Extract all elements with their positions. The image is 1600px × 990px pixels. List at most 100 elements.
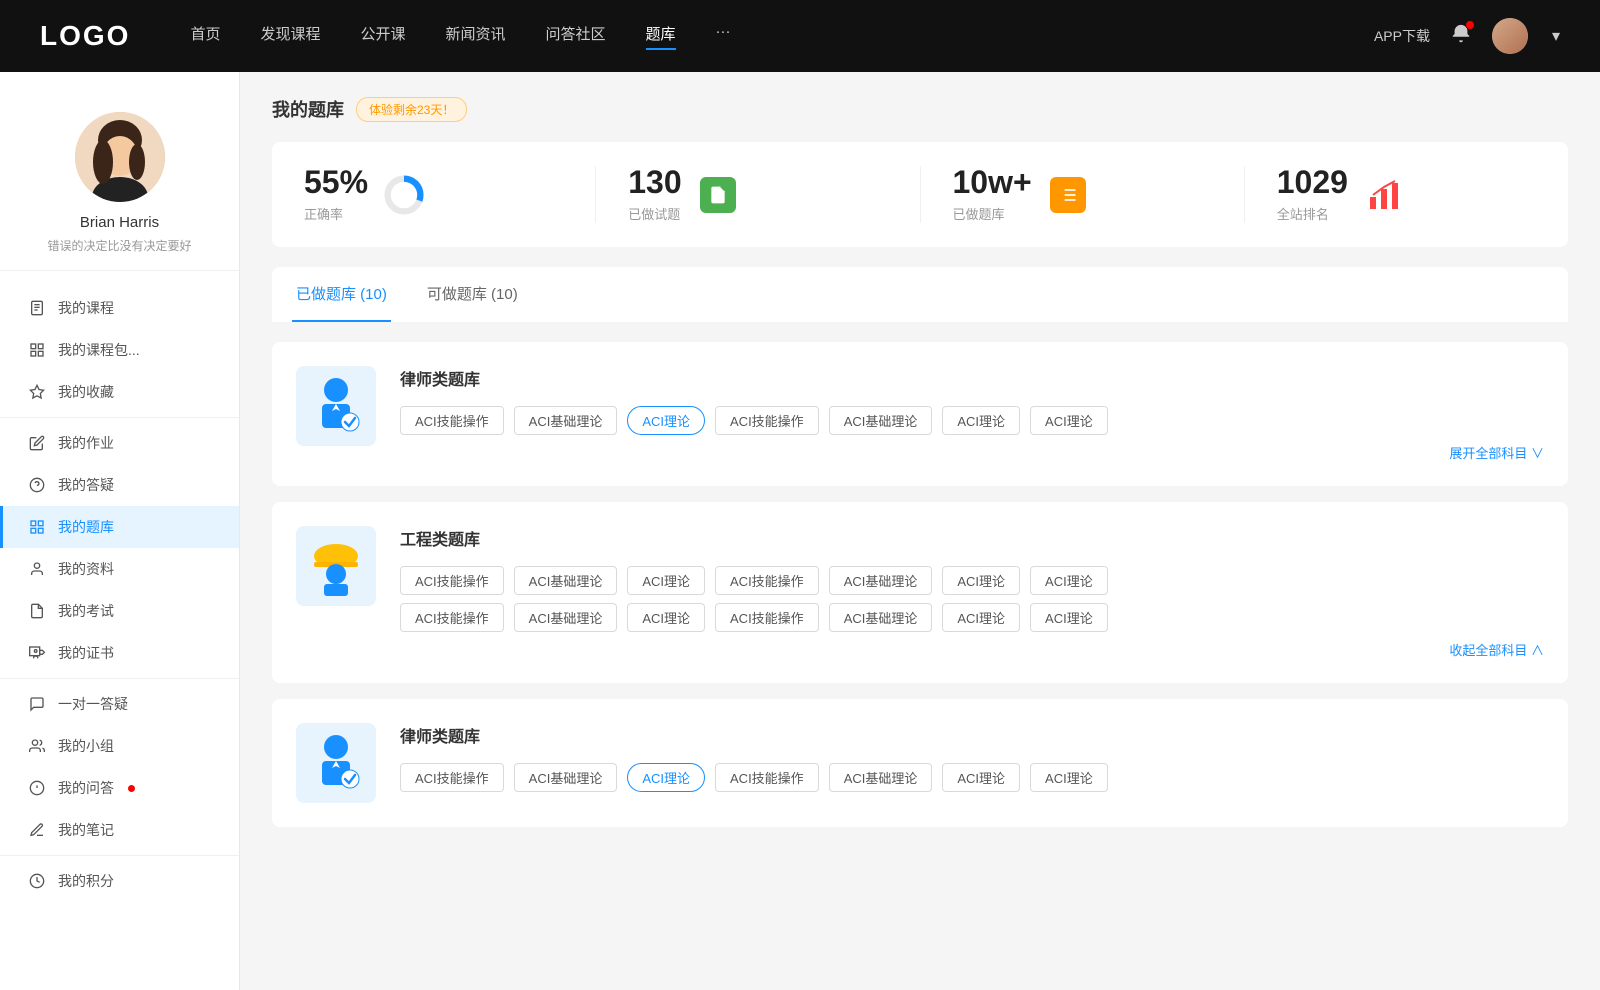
tag-eng-8[interactable]: ACI基础理论 [514,603,618,632]
edit-icon [28,434,46,452]
trial-badge: 体验剩余23天！ [356,97,467,122]
sidebar: Brian Harris 错误的决定比没有决定要好 我的课程 我的课程包... [0,72,240,990]
tag-eng-3[interactable]: ACI技能操作 [715,566,819,595]
tag-lawyer2-2[interactable]: ACI理论 [627,763,705,792]
tag-eng-0[interactable]: ACI技能操作 [400,566,504,595]
tag-lawyer2-3[interactable]: ACI技能操作 [715,763,819,792]
tag-lawyer2-4[interactable]: ACI基础理论 [829,763,933,792]
tag-eng-9[interactable]: ACI理论 [627,603,705,632]
sidebar-item-one-on-one[interactable]: 一对一答疑 [0,683,239,725]
user-icon [28,560,46,578]
stats-row: 55% 正确率 130 已做试题 [272,142,1568,247]
qbank-body-engineer: 工程类题库 ACI技能操作 ACI基础理论 ACI理论 ACI技能操作 ACI基… [400,526,1544,659]
notification-dot [1466,21,1474,29]
sidebar-item-my-qa[interactable]: 我的答疑 [0,464,239,506]
qbank-tags-engineer-row2: ACI技能操作 ACI基础理论 ACI理论 ACI技能操作 ACI基础理论 AC… [400,603,1544,632]
tab-available-banks[interactable]: 可做题库 (10) [423,267,522,322]
tag-lawyer1-2[interactable]: ACI理论 [627,406,705,435]
sidebar-label-my-package: 我的课程包... [58,340,140,360]
tag-eng-6[interactable]: ACI理论 [1030,566,1108,595]
avatar[interactable] [1492,18,1528,54]
tag-lawyer2-0[interactable]: ACI技能操作 [400,763,504,792]
sidebar-item-my-profile[interactable]: 我的资料 [0,548,239,590]
tab-done-banks[interactable]: 已做题库 (10) [292,267,391,322]
expand-lawyer-1[interactable]: 展开全部科目 ∨ [400,443,1544,462]
sidebar-item-my-course[interactable]: 我的课程 [0,287,239,329]
nav-opencourse[interactable]: 公开课 [360,23,405,50]
tag-eng-7[interactable]: ACI技能操作 [400,603,504,632]
page-title-row: 我的题库 体验剩余23天！ [272,96,1568,122]
tag-eng-5[interactable]: ACI理论 [942,566,1020,595]
tag-lawyer1-0[interactable]: ACI技能操作 [400,406,504,435]
sidebar-item-my-exam[interactable]: 我的考试 [0,590,239,632]
sidebar-divider-3 [0,855,239,856]
stat-done-banks: 10w+ 已做题库 [921,166,1245,223]
sidebar-menu: 我的课程 我的课程包... 我的收藏 [0,279,239,910]
stat-value-rank: 1029 [1277,166,1348,198]
tag-lawyer1-6[interactable]: ACI理论 [1030,406,1108,435]
sidebar-profile: Brian Harris 错误的决定比没有决定要好 [0,92,239,271]
qbank-card-lawyer-2: 律师类题库 ACI技能操作 ACI基础理论 ACI理论 ACI技能操作 ACI基… [272,699,1568,827]
nav-qa[interactable]: 问答社区 [546,23,606,50]
chevron-down-icon[interactable]: ▾ [1552,26,1560,46]
sidebar-item-my-answer[interactable]: 我的问答 [0,767,239,809]
sidebar-label-my-cert: 我的证书 [58,643,114,663]
sidebar-label-my-group: 我的小组 [58,736,114,756]
sidebar-item-my-group[interactable]: 我的小组 [0,725,239,767]
nav-more[interactable]: ··· [716,23,731,50]
main-nav: 首页 发现课程 公开课 新闻资讯 问答社区 题库 ··· [190,23,1374,50]
question-icon [28,476,46,494]
tag-lawyer1-3[interactable]: ACI技能操作 [715,406,819,435]
tag-lawyer2-1[interactable]: ACI基础理论 [514,763,618,792]
stat-value-done-b: 10w+ [953,166,1032,198]
sidebar-item-my-homework[interactable]: 我的作业 [0,422,239,464]
tag-eng-1[interactable]: ACI基础理论 [514,566,618,595]
notification-bell[interactable] [1450,23,1472,50]
tag-eng-13[interactable]: ACI理论 [1030,603,1108,632]
sidebar-label-my-points: 我的积分 [58,871,114,891]
tag-eng-4[interactable]: ACI基础理论 [829,566,933,595]
sidebar-item-my-cert[interactable]: 我的证书 [0,632,239,674]
tag-eng-11[interactable]: ACI基础理论 [829,603,933,632]
tag-lawyer1-1[interactable]: ACI基础理论 [514,406,618,435]
sidebar-item-my-package[interactable]: 我的课程包... [0,329,239,371]
qbank-tags-engineer-row1: ACI技能操作 ACI基础理论 ACI理论 ACI技能操作 ACI基础理论 AC… [400,566,1544,595]
nav-news[interactable]: 新闻资讯 [446,23,506,50]
tag-lawyer1-4[interactable]: ACI基础理论 [829,406,933,435]
qbank-body-lawyer-2: 律师类题库 ACI技能操作 ACI基础理论 ACI理论 ACI技能操作 ACI基… [400,723,1544,800]
tag-lawyer1-5[interactable]: ACI理论 [942,406,1020,435]
sidebar-item-my-qbank[interactable]: 我的题库 [0,506,239,548]
red-chart-icon [1364,175,1404,215]
qbank-body-lawyer-1: 律师类题库 ACI技能操作 ACI基础理论 ACI理论 ACI技能操作 ACI基… [400,366,1544,462]
header: LOGO 首页 发现课程 公开课 新闻资讯 问答社区 题库 ··· APP下载 … [0,0,1600,72]
sidebar-item-my-collect[interactable]: 我的收藏 [0,371,239,413]
stat-site-rank: 1029 全站排名 [1245,166,1568,223]
tabs-row: 已做题库 (10) 可做题库 (10) [272,267,1568,322]
sidebar-divider-1 [0,417,239,418]
sidebar-item-my-notes[interactable]: 我的笔记 [0,809,239,851]
tag-lawyer2-5[interactable]: ACI理论 [942,763,1020,792]
collapse-engineer[interactable]: 收起全部科目 ∧ [400,640,1544,659]
donut-chart-icon [384,175,424,215]
nav-discover[interactable]: 发现课程 [260,23,320,50]
stat-done-questions: 130 已做试题 [596,166,920,223]
qbank-icon-lawyer-2 [296,723,376,803]
qbank-title-engineer: 工程类题库 [400,526,1544,550]
stat-value-done-q: 130 [628,166,681,198]
tag-lawyer2-6[interactable]: ACI理论 [1030,763,1108,792]
chat-icon [28,695,46,713]
qbank-card-engineer: 工程类题库 ACI技能操作 ACI基础理论 ACI理论 ACI技能操作 ACI基… [272,502,1568,683]
profile-name: Brian Harris [80,214,159,231]
qbank-tags-lawyer-2: ACI技能操作 ACI基础理论 ACI理论 ACI技能操作 ACI基础理论 AC… [400,763,1544,792]
sidebar-item-my-points[interactable]: 我的积分 [0,860,239,902]
nav-qbank[interactable]: 题库 [646,23,676,50]
stat-label-done-q: 已做试题 [628,204,681,223]
orange-list-icon [1048,175,1088,215]
tag-eng-2[interactable]: ACI理论 [627,566,705,595]
nav-home[interactable]: 首页 [190,23,220,50]
tag-eng-10[interactable]: ACI技能操作 [715,603,819,632]
app-download-link[interactable]: APP下载 [1374,26,1430,46]
tag-eng-12[interactable]: ACI理论 [942,603,1020,632]
sidebar-label-my-course: 我的课程 [58,298,114,318]
cert-icon [28,644,46,662]
